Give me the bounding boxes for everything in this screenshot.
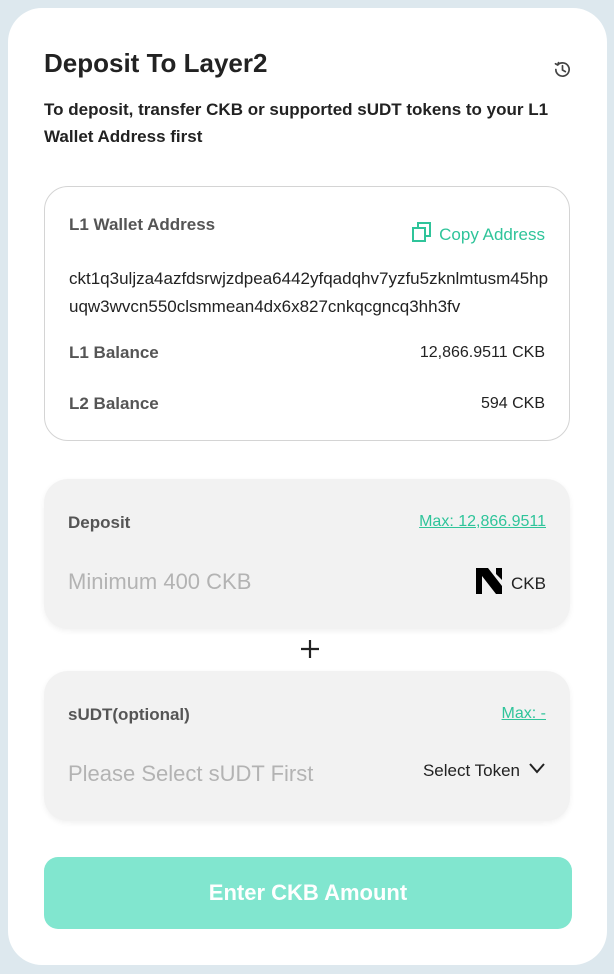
chevron-down-icon [528, 759, 546, 782]
wallet-address-label: L1 Wallet Address [69, 215, 216, 234]
l1-balance-row: L1 Balance 12,866.9511 CKB [69, 343, 545, 363]
sudt-amount-input[interactable] [68, 759, 398, 789]
deposit-description: To deposit, transfer CKB or supported sU… [44, 100, 549, 146]
copy-address-button[interactable]: Copy Address [411, 221, 545, 248]
select-token-dropdown[interactable]: Select Token [423, 759, 546, 782]
l2-balance-value: 594 CKB [480, 395, 545, 412]
copy-address-label: Copy Address [439, 224, 545, 244]
l1-balance-value: 12,866.9511 CKB [419, 344, 545, 361]
max-sudt-link[interactable]: Max: - [502, 705, 546, 723]
select-token-label: Select Token [422, 760, 520, 780]
nervos-logo-icon [475, 567, 503, 600]
max-deposit-link[interactable]: Max: 12,866.9511 [419, 513, 546, 531]
ckb-amount-input[interactable] [68, 567, 398, 597]
deposit-label: Deposit [68, 513, 131, 532]
copy-icon [411, 221, 433, 248]
enter-ckb-amount-button[interactable]: Enter CKB Amount [44, 857, 572, 929]
sudt-label: sUDT(optional) [68, 705, 190, 724]
sudt-panel: sUDT(optional) Max: - Select Token [44, 671, 570, 821]
l2-balance-row: L2 Balance 594 CKB [69, 394, 545, 414]
deposit-panel: Deposit Max: 12,866.9511 CKB [44, 479, 570, 629]
l2-balance-label: L2 Balance [69, 394, 159, 413]
ckb-token-label: CKB [511, 573, 546, 593]
ckb-token: CKB [475, 567, 546, 600]
wallet-address-box: L1 Wallet Address Copy Address ckt1q3ulj… [44, 186, 570, 441]
page-title: Deposit To Layer2 [44, 48, 268, 78]
l1-balance-label: L1 Balance [69, 343, 159, 362]
plus-icon [297, 636, 323, 662]
clock-history-icon[interactable] [551, 58, 573, 80]
wallet-address-value: ckt1q3uljza4azfdsrwjzdpea6442yfqadqhv7yz… [69, 269, 549, 316]
deposit-card: Deposit To Layer2 To deposit, transfer C… [8, 8, 607, 965]
